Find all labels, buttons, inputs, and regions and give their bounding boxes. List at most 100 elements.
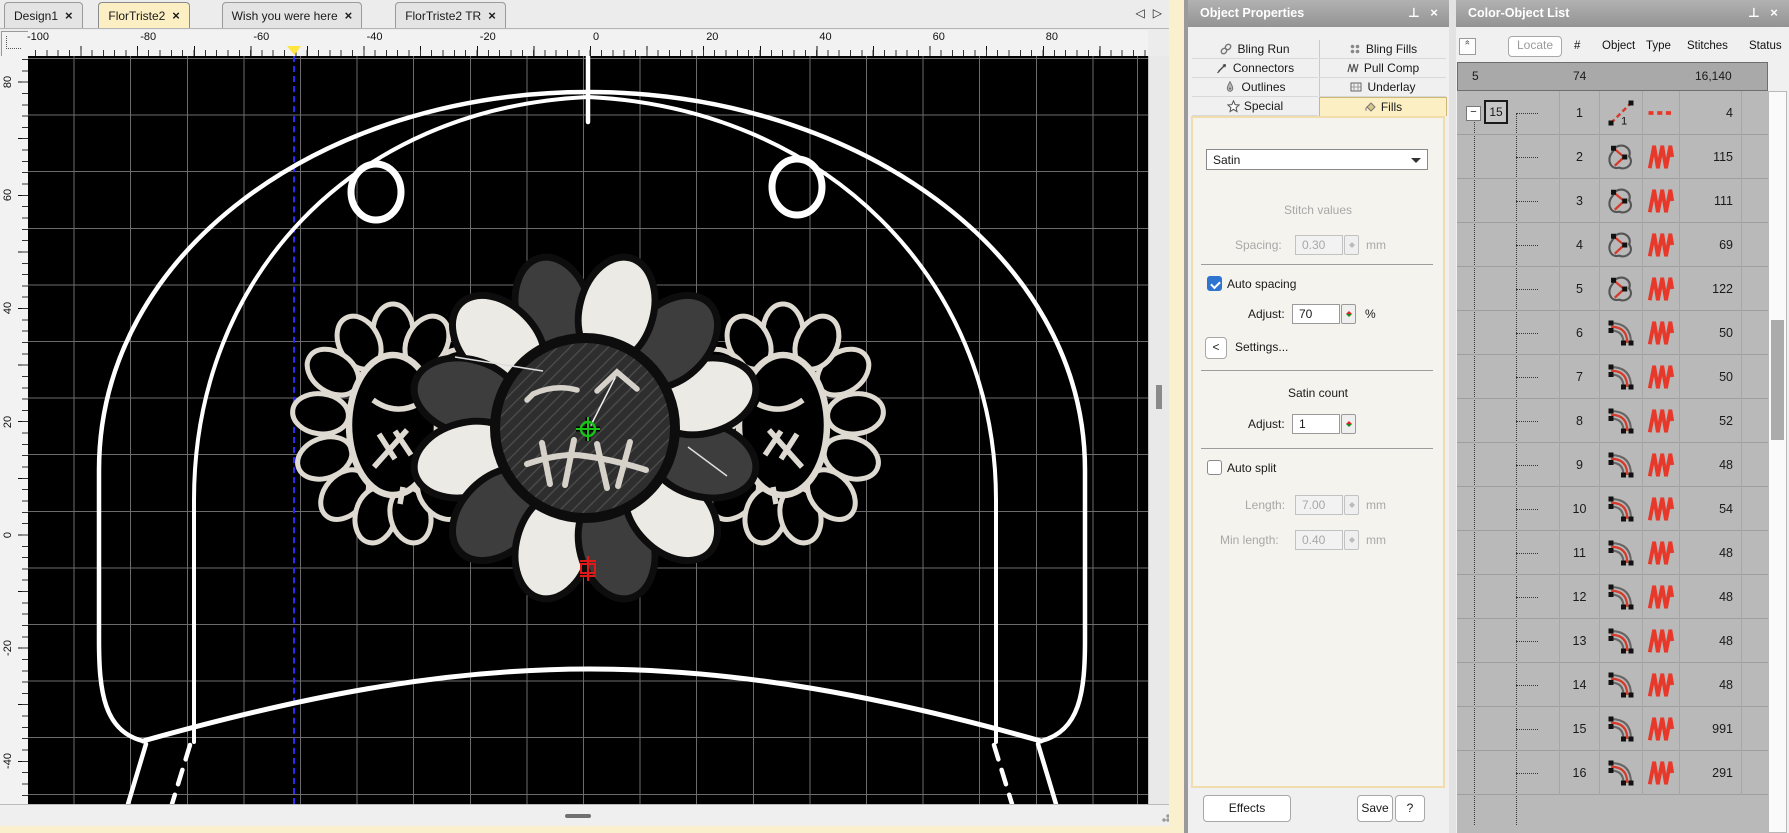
shape-icon[interactable] xyxy=(1600,267,1643,311)
tab-scroll-left-icon[interactable]: ◁ xyxy=(1136,6,1145,20)
tab-close-icon[interactable]: × xyxy=(345,9,353,22)
arc-icon[interactable] xyxy=(1600,443,1643,487)
satin-zig-icon[interactable] xyxy=(1643,399,1680,443)
satin-adjust-input[interactable]: 1 xyxy=(1292,414,1340,434)
satin-zig-icon[interactable] xyxy=(1643,311,1680,355)
length-spinner[interactable] xyxy=(1344,495,1359,515)
effects-button[interactable]: Effects xyxy=(1203,795,1291,822)
satin-zig-icon[interactable] xyxy=(1643,707,1680,751)
satin-zig-icon[interactable] xyxy=(1643,575,1680,619)
tab-special[interactable]: Special xyxy=(1192,97,1318,116)
object-row-12[interactable]: 1248 xyxy=(1457,575,1768,619)
min-length-input[interactable]: 0.40 xyxy=(1295,530,1343,550)
min-length-spinner[interactable] xyxy=(1344,530,1359,550)
spacing-input[interactable]: 0.30 xyxy=(1295,235,1343,255)
horizontal-scrollbar[interactable] xyxy=(0,804,1184,827)
list-scrollbar[interactable] xyxy=(1768,91,1787,833)
satin-zig-icon[interactable] xyxy=(1643,751,1680,795)
satin-zig-icon[interactable] xyxy=(1643,443,1680,487)
settings-label[interactable]: Settings... xyxy=(1235,340,1288,354)
tab-scroll-right-icon[interactable]: ▷ xyxy=(1153,6,1162,20)
ruler-corner-box[interactable] xyxy=(1,31,29,57)
col-header-num[interactable]: # xyxy=(1574,40,1580,52)
tab-pull-comp[interactable]: Pull Comp xyxy=(1319,59,1446,78)
document-tab-wish-you-were-here[interactable]: Wish you were here× xyxy=(222,2,363,28)
thread-color-block[interactable]: 15 xyxy=(1484,100,1508,124)
col-header-type[interactable]: Type xyxy=(1646,40,1671,52)
run-line-icon[interactable]: 1 xyxy=(1600,91,1643,135)
satin-zig-icon[interactable] xyxy=(1643,223,1680,267)
object-row-1[interactable]: −15114 xyxy=(1457,91,1768,135)
collapse-block-button[interactable]: − xyxy=(1466,106,1481,121)
arc-icon[interactable] xyxy=(1600,487,1643,531)
object-row-2[interactable]: 2115 xyxy=(1457,135,1768,179)
settings-collapse-button[interactable]: < xyxy=(1205,337,1227,359)
vertical-scroll-thumb[interactable] xyxy=(1156,385,1162,409)
horizontal-scroll-thumb[interactable] xyxy=(565,814,591,818)
document-tab-flortriste2[interactable]: FlorTriste2× xyxy=(98,2,190,28)
object-row-15[interactable]: 15991 xyxy=(1457,707,1768,751)
auto-split-checkbox[interactable] xyxy=(1207,460,1222,475)
object-row-5[interactable]: 5122 xyxy=(1457,267,1768,311)
arc-icon[interactable] xyxy=(1600,399,1643,443)
satin-zig-icon[interactable] xyxy=(1643,179,1680,223)
satin-zig-icon[interactable] xyxy=(1643,135,1680,179)
pin-icon[interactable]: ⊥ xyxy=(1747,6,1761,20)
tab-close-icon[interactable]: × xyxy=(488,9,496,22)
list-scroll-thumb[interactable] xyxy=(1771,320,1784,440)
tab-close-icon[interactable]: × xyxy=(65,9,73,22)
object-row-3[interactable]: 3111 xyxy=(1457,179,1768,223)
locate-button[interactable]: Locate xyxy=(1508,36,1562,57)
adjust-input[interactable]: 70 xyxy=(1292,304,1340,324)
auto-spacing-checkbox[interactable] xyxy=(1207,276,1222,291)
object-row-16[interactable]: 16291 xyxy=(1457,751,1768,795)
design-summary-row[interactable]: 5 74 16,140 xyxy=(1457,62,1768,91)
arc-icon[interactable] xyxy=(1600,751,1643,795)
tab-bling-fills[interactable]: Bling Fills xyxy=(1319,40,1446,59)
object-row-7[interactable]: 750 xyxy=(1457,355,1768,399)
tab-close-icon[interactable]: × xyxy=(172,9,180,22)
object-row-11[interactable]: 1148 xyxy=(1457,531,1768,575)
col-header-stitches[interactable]: Stitches xyxy=(1687,40,1728,52)
object-row-14[interactable]: 1448 xyxy=(1457,663,1768,707)
arc-icon[interactable] xyxy=(1600,663,1643,707)
satin-zig-icon[interactable] xyxy=(1643,663,1680,707)
col-header-object[interactable]: Object xyxy=(1602,40,1635,52)
save-button[interactable]: Save xyxy=(1357,795,1393,822)
arc-icon[interactable] xyxy=(1600,619,1643,663)
object-row-9[interactable]: 948 xyxy=(1457,443,1768,487)
design-canvas[interactable] xyxy=(28,56,1148,804)
object-row-8[interactable]: 852 xyxy=(1457,399,1768,443)
shape-icon[interactable] xyxy=(1600,135,1643,179)
tab-bling-run[interactable]: Bling Run xyxy=(1192,40,1318,59)
vertical-scrollbar[interactable] xyxy=(1148,56,1170,804)
satin-zig-icon[interactable] xyxy=(1643,487,1680,531)
close-icon[interactable]: × xyxy=(1427,6,1441,20)
tab-connectors[interactable]: Connectors xyxy=(1192,59,1318,78)
satin-zig-icon[interactable] xyxy=(1643,267,1680,311)
close-icon[interactable]: × xyxy=(1767,6,1781,20)
run-dash-icon[interactable] xyxy=(1643,91,1680,135)
tab-underlay[interactable]: Underlay xyxy=(1319,78,1446,97)
arc-icon[interactable] xyxy=(1600,531,1643,575)
object-row-13[interactable]: 1348 xyxy=(1457,619,1768,663)
ruler-guide-marker[interactable] xyxy=(287,46,301,55)
satin-zig-icon[interactable] xyxy=(1643,355,1680,399)
shape-icon[interactable] xyxy=(1600,223,1643,267)
arc-icon[interactable] xyxy=(1600,575,1643,619)
shape-icon[interactable] xyxy=(1600,179,1643,223)
arc-icon[interactable] xyxy=(1600,707,1643,751)
pin-icon[interactable]: ⊥ xyxy=(1407,6,1421,20)
satin-zig-icon[interactable] xyxy=(1643,619,1680,663)
document-tab-design1[interactable]: Design1× xyxy=(4,2,83,28)
length-input[interactable]: 7.00 xyxy=(1295,495,1343,515)
collapse-all-button[interactable]: « xyxy=(1459,38,1476,55)
object-row-4[interactable]: 469 xyxy=(1457,223,1768,267)
satin-adjust-spinner[interactable] xyxy=(1341,414,1356,434)
document-tab-flortriste2-tr[interactable]: FlorTriste2 TR× xyxy=(395,2,506,28)
col-header-status[interactable]: Status xyxy=(1749,40,1782,52)
object-row-10[interactable]: 1054 xyxy=(1457,487,1768,531)
adjust-spinner[interactable] xyxy=(1341,304,1356,324)
help-button[interactable]: ? xyxy=(1395,795,1425,822)
tab-fills[interactable]: Fills xyxy=(1319,97,1447,116)
